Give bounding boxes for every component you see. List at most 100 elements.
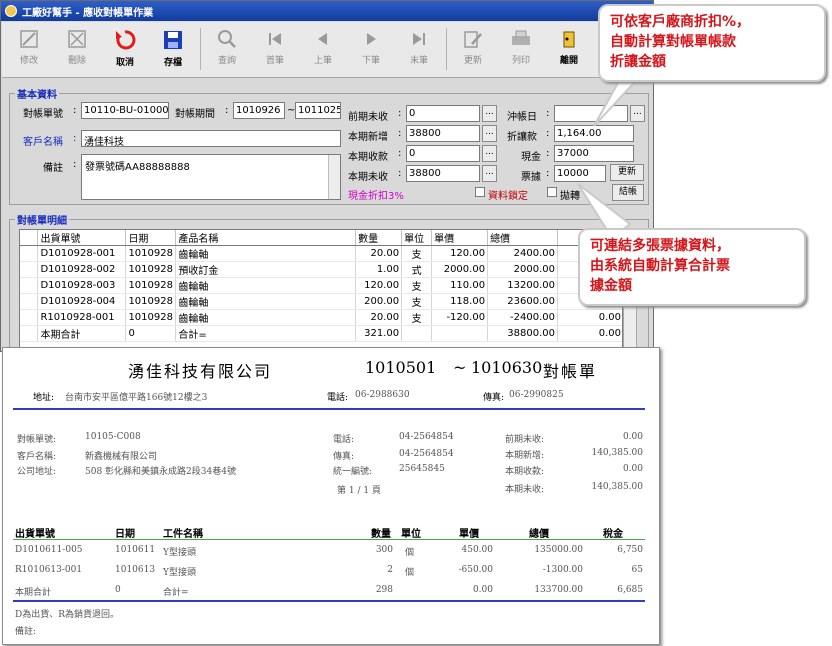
report-total-cell: 0 <box>115 585 121 595</box>
delete-icon <box>68 30 86 48</box>
col-date: 日期 <box>125 230 177 246</box>
report-col-total: 總價 <box>529 529 549 540</box>
table-row[interactable]: D1010928-001 1010928 齒輪軸 20.00 支 120.00 2400.0… <box>20 245 622 262</box>
table-row[interactable]: R1010928-001 1010928 齒輪軸 20.00 支 -120.00 -2400… <box>20 309 622 326</box>
prev-record-button[interactable]: 上筆 <box>300 26 346 72</box>
callout-mid: 可連結多張票據資料， 由系統自動計算合計票 據金額 <box>578 228 806 306</box>
report-total-cell: 本期合計 <box>15 588 52 598</box>
first-record-button[interactable]: 首筆 <box>252 26 298 72</box>
report-row-cell: -1300.00 <box>542 565 583 575</box>
period-from-field[interactable]: 1010926 <box>233 102 285 119</box>
customer-field[interactable]: 湧佳科技 <box>81 130 341 147</box>
memo-field[interactable]: 發票號碼AA88888888 <box>81 154 341 200</box>
cancel-button[interactable]: 取消 <box>102 26 148 72</box>
prev-record-icon <box>318 33 327 45</box>
col-product: 產品名稱 <box>175 230 357 246</box>
report-col-part: 工件名稱 <box>163 529 203 540</box>
save-button[interactable]: 存檔 <box>150 26 196 72</box>
last-record-button[interactable]: 末筆 <box>396 26 442 72</box>
report-page-info: 第 1 / 1 頁 <box>337 486 381 496</box>
report-range-sep: ~ <box>453 358 467 377</box>
unpaid-browse-button[interactable]: ... <box>482 165 497 182</box>
new-amount-field[interactable]: 38800 <box>406 125 480 142</box>
report-top-rule <box>13 408 645 410</box>
report-fax-label: 傳真: <box>483 393 505 403</box>
report-total-cell: 6,685 <box>617 585 643 595</box>
transfer-checkbox[interactable] <box>547 187 557 197</box>
report-cust-label: 客戶名稱: <box>17 452 57 462</box>
exit-icon <box>563 31 575 48</box>
first-record-icon <box>269 33 281 45</box>
prev-unpaid-field[interactable]: 0 <box>406 105 480 122</box>
next-record-button[interactable]: 下筆 <box>348 26 394 72</box>
report-col-unit: 單位 <box>401 529 421 540</box>
lock-checkbox[interactable] <box>475 187 485 197</box>
received-field[interactable]: 0 <box>406 145 480 162</box>
report-col-tax: 稅金 <box>603 529 623 540</box>
print-icon <box>512 30 530 45</box>
report-cust-fax-label: 傳真: <box>333 452 355 462</box>
delete-button[interactable]: 刪除 <box>54 26 100 72</box>
col-price: 單價 <box>431 230 489 246</box>
report-total-cell: 0.00 <box>472 585 493 595</box>
memo-text: 發票號碼AA88888888 <box>85 162 190 173</box>
report-row-cell: 個 <box>405 548 415 558</box>
app-window: 工廠好幫手 - 應收對帳單作業 修改 刪除 取消 存檔 查詢 首筆 上筆 下筆 … <box>0 0 654 353</box>
callout-mid-line-2: 由系統自動計算合計票 <box>590 258 730 274</box>
table-row[interactable]: D1010928-003 1010928 齒輪軸 120.00 支 110.00 13200… <box>20 277 622 294</box>
report-company: 湧佳科技有限公司 <box>128 362 273 381</box>
cash-discount-label: 現金折扣3% <box>348 191 404 202</box>
prev-unpaid-label: 前期未收 <box>348 112 388 123</box>
delete-button-label: 刪除 <box>67 56 86 66</box>
report-unpaid: 140,385.00 <box>591 482 643 492</box>
new-amount-browse-button[interactable]: ... <box>482 125 497 142</box>
report-remark-label: 備註: <box>15 627 37 637</box>
report-address-label: 地址: <box>33 393 55 403</box>
report-bottom-rule <box>13 600 645 602</box>
received-browse-button[interactable]: ... <box>482 145 497 162</box>
report-total-cell: 合計= <box>163 588 189 598</box>
unpaid-field[interactable]: 38800 <box>406 165 480 182</box>
refresh-ticket-button[interactable]: 更新 <box>610 164 644 181</box>
prev-unpaid-browse-button[interactable]: ... <box>482 105 497 122</box>
edit-button[interactable]: 修改 <box>6 26 52 72</box>
next-record-icon <box>367 33 376 45</box>
report-cust: 新鑫機械有限公司 <box>85 452 158 462</box>
period-to-field[interactable]: 1011025 <box>295 102 341 119</box>
memo-scrollbar[interactable] <box>328 155 340 199</box>
report-address: 台南市安平區億平路166號12樓之3 <box>65 393 208 403</box>
basic-data-title: 基本資料 <box>15 86 59 101</box>
report-phone-label: 電話: <box>327 393 349 403</box>
exit-button[interactable]: 離開 <box>546 26 592 72</box>
callout-top-line-3: 折讓金額 <box>610 54 666 70</box>
bill-no-field[interactable]: 10110-BU-01000 <box>81 102 169 119</box>
ticket-label: 票據 <box>521 172 541 183</box>
report-header-rule <box>13 539 645 540</box>
exit-button-label: 離開 <box>559 56 578 66</box>
table-row[interactable]: D1010928-004 1010928 齒輪軸 200.00 支 118.00 23600… <box>20 293 622 310</box>
save-icon <box>164 31 182 49</box>
cancel-button-label: 取消 <box>115 58 134 68</box>
report-row-cell: Y型接頭 <box>163 548 196 558</box>
report-range-from: 1010501 <box>365 358 437 377</box>
report-col-ship-no: 出貨單號 <box>15 529 55 540</box>
report-cust-fax: 04-2564854 <box>399 449 454 459</box>
window-title: 工廠好幫手 - 應收對帳單作業 <box>22 7 154 19</box>
received-label: 本期收款 <box>348 152 388 163</box>
report-row-cell: 6,750 <box>617 545 643 555</box>
report-cust-addr-label: 公司地址: <box>17 467 57 477</box>
cash-field[interactable]: 37000 <box>554 145 634 162</box>
table-row[interactable]: D1010928-002 1010928 預收訂金 1.00 式 2000.00 2000.… <box>20 261 622 278</box>
report-phone: 06-2988630 <box>355 390 410 400</box>
edit-button-label: 修改 <box>19 56 38 66</box>
report-total-cell: 133700.00 <box>534 585 583 595</box>
print-button[interactable]: 列印 <box>498 26 544 72</box>
app-icon <box>5 5 17 17</box>
report-new-label: 本期新增: <box>505 451 545 461</box>
report-recv: 0.00 <box>622 464 643 474</box>
search-button[interactable]: 查詢 <box>204 26 250 72</box>
refresh-button[interactable]: 更新 <box>450 26 496 72</box>
col-qty: 數量 <box>355 230 403 246</box>
callout-mid-line-1: 可連結多張票據資料， <box>590 238 730 254</box>
report-col-price: 單價 <box>459 529 479 540</box>
